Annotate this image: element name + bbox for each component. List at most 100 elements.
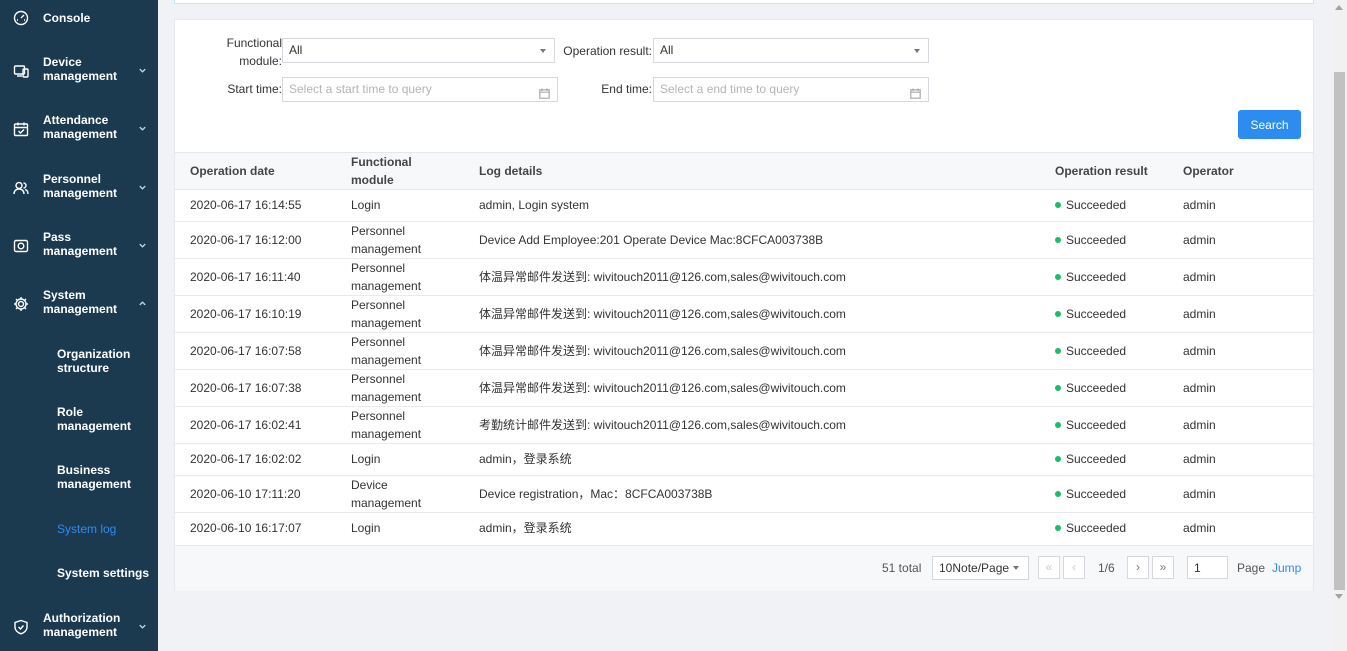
cell-details: Device registration，Mac：8CFCA003738B bbox=[479, 487, 713, 501]
cell-operator: admin bbox=[1183, 233, 1216, 247]
cell-date: 2020-06-17 16:07:58 bbox=[190, 344, 302, 358]
jump-button[interactable]: Jump bbox=[1272, 561, 1301, 575]
cell-date: 2020-06-17 16:10:19 bbox=[190, 307, 302, 321]
header-operator: Operator bbox=[1183, 164, 1234, 178]
status-text: Succeeded bbox=[1066, 270, 1127, 284]
sidebar-item-label: Personnel management bbox=[43, 172, 118, 200]
sidebar-subitem-business[interactable]: Business management bbox=[0, 462, 158, 492]
cell-details: 考勤统计邮件发送到: wivitouch2011@126.com,sales@w… bbox=[479, 418, 846, 432]
scrollbar-thumb[interactable] bbox=[1334, 72, 1345, 590]
table-row[interactable]: 2020-06-17 16:11:40 Personnel management… bbox=[175, 259, 1313, 296]
status-text: Succeeded bbox=[1066, 418, 1127, 432]
sidebar-item-attendance[interactable]: Attendance management bbox=[0, 112, 158, 144]
cell-details: 体温异常邮件发送到: wivitouch2011@126.com,sales@w… bbox=[479, 270, 846, 284]
first-page-button[interactable]: « bbox=[1038, 556, 1060, 579]
status-text: Succeeded bbox=[1066, 521, 1127, 535]
chevron-down-icon bbox=[137, 182, 147, 192]
cell-operator: admin bbox=[1183, 307, 1216, 321]
sidebar-subitem-system-log[interactable]: System log bbox=[0, 520, 158, 538]
sidebar-item-device[interactable]: Device management bbox=[0, 54, 158, 86]
status-dot bbox=[1055, 274, 1061, 280]
sidebar-subitem-organization[interactable]: Organization structure bbox=[0, 346, 158, 376]
caret-down-icon bbox=[1013, 566, 1019, 570]
operation-result-select[interactable]: All bbox=[653, 38, 929, 63]
caret-down-icon bbox=[540, 49, 546, 53]
cell-module: Login bbox=[351, 198, 381, 212]
cell-details: admin，登录系统 bbox=[479, 452, 572, 466]
table-row[interactable]: 2020-06-17 16:02:41 Personnel management… bbox=[175, 407, 1313, 444]
vertical-scrollbar[interactable] bbox=[1331, 0, 1347, 651]
end-time-input[interactable]: Select a end time to query bbox=[653, 77, 929, 102]
cell-details: 体温异常邮件发送到: wivitouch2011@126.com,sales@w… bbox=[479, 381, 846, 395]
cell-module: Personnel management bbox=[351, 224, 422, 256]
table-row[interactable]: 2020-06-17 16:10:19 Personnel management… bbox=[175, 296, 1313, 333]
sidebar-item-label: System management bbox=[43, 288, 118, 316]
page-size-select[interactable]: 10Note/Page bbox=[932, 556, 1029, 580]
cell-result: Succeeded bbox=[1055, 268, 1126, 286]
prev-page-button[interactable]: ‹ bbox=[1063, 556, 1085, 579]
cell-result: Succeeded bbox=[1055, 231, 1126, 249]
sidebar-item-pass[interactable]: Pass management bbox=[0, 229, 158, 261]
chevron-down-icon bbox=[137, 65, 147, 75]
sidebar: Console Device management Attendance man… bbox=[0, 0, 158, 651]
cell-details: admin, Login system bbox=[479, 198, 590, 212]
chevron-up-icon bbox=[137, 298, 147, 308]
cell-details: Device Add Employee:201 Operate Device M… bbox=[479, 233, 824, 247]
header-functional-module: Functional module bbox=[351, 155, 412, 187]
calendar-icon bbox=[539, 84, 550, 99]
cell-operator: admin bbox=[1183, 418, 1216, 432]
caret-down-icon bbox=[914, 49, 920, 53]
sidebar-item-label: Attendance management bbox=[43, 113, 118, 141]
cell-module: Device management bbox=[351, 478, 422, 510]
sidebar-subitem-label: Business management bbox=[57, 463, 132, 491]
status-dot bbox=[1055, 348, 1061, 354]
last-page-button[interactable]: » bbox=[1152, 556, 1174, 579]
table-row[interactable]: 2020-06-10 16:17:07 Login admin，登录系统 Suc… bbox=[175, 513, 1313, 545]
sidebar-item-personnel[interactable]: Personnel management bbox=[0, 171, 158, 203]
end-time-placeholder: Select a end time to query bbox=[660, 82, 800, 96]
chevron-down-icon bbox=[137, 240, 147, 250]
page-indicator: 1/6 bbox=[1098, 561, 1115, 575]
functional-module-label: Functional module: bbox=[226, 36, 282, 68]
status-text: Succeeded bbox=[1066, 307, 1127, 321]
header-operation-date: Operation date bbox=[190, 164, 275, 178]
cell-module: Login bbox=[351, 452, 381, 466]
cell-operator: admin bbox=[1183, 381, 1216, 395]
gear-icon bbox=[12, 295, 29, 312]
start-time-placeholder: Select a start time to query bbox=[289, 82, 432, 96]
sidebar-item-authorization[interactable]: Authorization management bbox=[0, 610, 158, 642]
scroll-up-arrow-icon[interactable] bbox=[1335, 5, 1343, 10]
scroll-down-arrow-icon[interactable] bbox=[1335, 594, 1343, 599]
sidebar-subitem-role[interactable]: Role management bbox=[0, 404, 158, 434]
start-time-label: Start time: bbox=[227, 82, 282, 96]
cell-date: 2020-06-17 16:14:55 bbox=[190, 198, 302, 212]
jump-page-input[interactable] bbox=[1187, 556, 1228, 579]
cell-operator: admin bbox=[1183, 487, 1216, 501]
sidebar-item-console[interactable]: Console bbox=[0, 8, 158, 28]
table-row[interactable]: 2020-06-10 17:11:20 Device management De… bbox=[175, 476, 1313, 513]
table-row[interactable]: 2020-06-17 16:07:38 Personnel management… bbox=[175, 370, 1313, 407]
cell-operator: admin bbox=[1183, 270, 1216, 284]
status-dot bbox=[1055, 491, 1061, 497]
cell-result: Succeeded bbox=[1055, 305, 1126, 323]
sidebar-item-label: Console bbox=[43, 11, 91, 25]
table-row[interactable]: 2020-06-17 16:07:58 Personnel management… bbox=[175, 333, 1313, 370]
search-button[interactable]: Search bbox=[1238, 110, 1301, 139]
sidebar-item-label: Device management bbox=[43, 55, 118, 83]
sidebar-subitem-settings[interactable]: System settings bbox=[0, 564, 158, 582]
start-time-input[interactable]: Select a start time to query bbox=[282, 77, 558, 102]
status-dot bbox=[1055, 422, 1061, 428]
next-page-button[interactable]: › bbox=[1127, 556, 1149, 579]
sidebar-item-system[interactable]: System management bbox=[0, 287, 158, 319]
status-text: Succeeded bbox=[1066, 233, 1127, 247]
sidebar-item-label: Authorization management bbox=[43, 611, 121, 639]
top-panel-edge bbox=[174, 0, 1314, 4]
operation-result-label: Operation result: bbox=[563, 44, 652, 58]
cell-result: Succeeded bbox=[1055, 379, 1126, 397]
functional-module-select[interactable]: All bbox=[282, 38, 555, 63]
cell-operator: admin bbox=[1183, 521, 1216, 535]
table-row[interactable]: 2020-06-17 16:12:00 Personnel management… bbox=[175, 222, 1313, 259]
status-dot bbox=[1055, 456, 1061, 462]
table-row[interactable]: 2020-06-17 16:14:55 Login admin, Login s… bbox=[175, 190, 1313, 222]
table-row[interactable]: 2020-06-17 16:02:02 Login admin，登录系统 Suc… bbox=[175, 444, 1313, 476]
